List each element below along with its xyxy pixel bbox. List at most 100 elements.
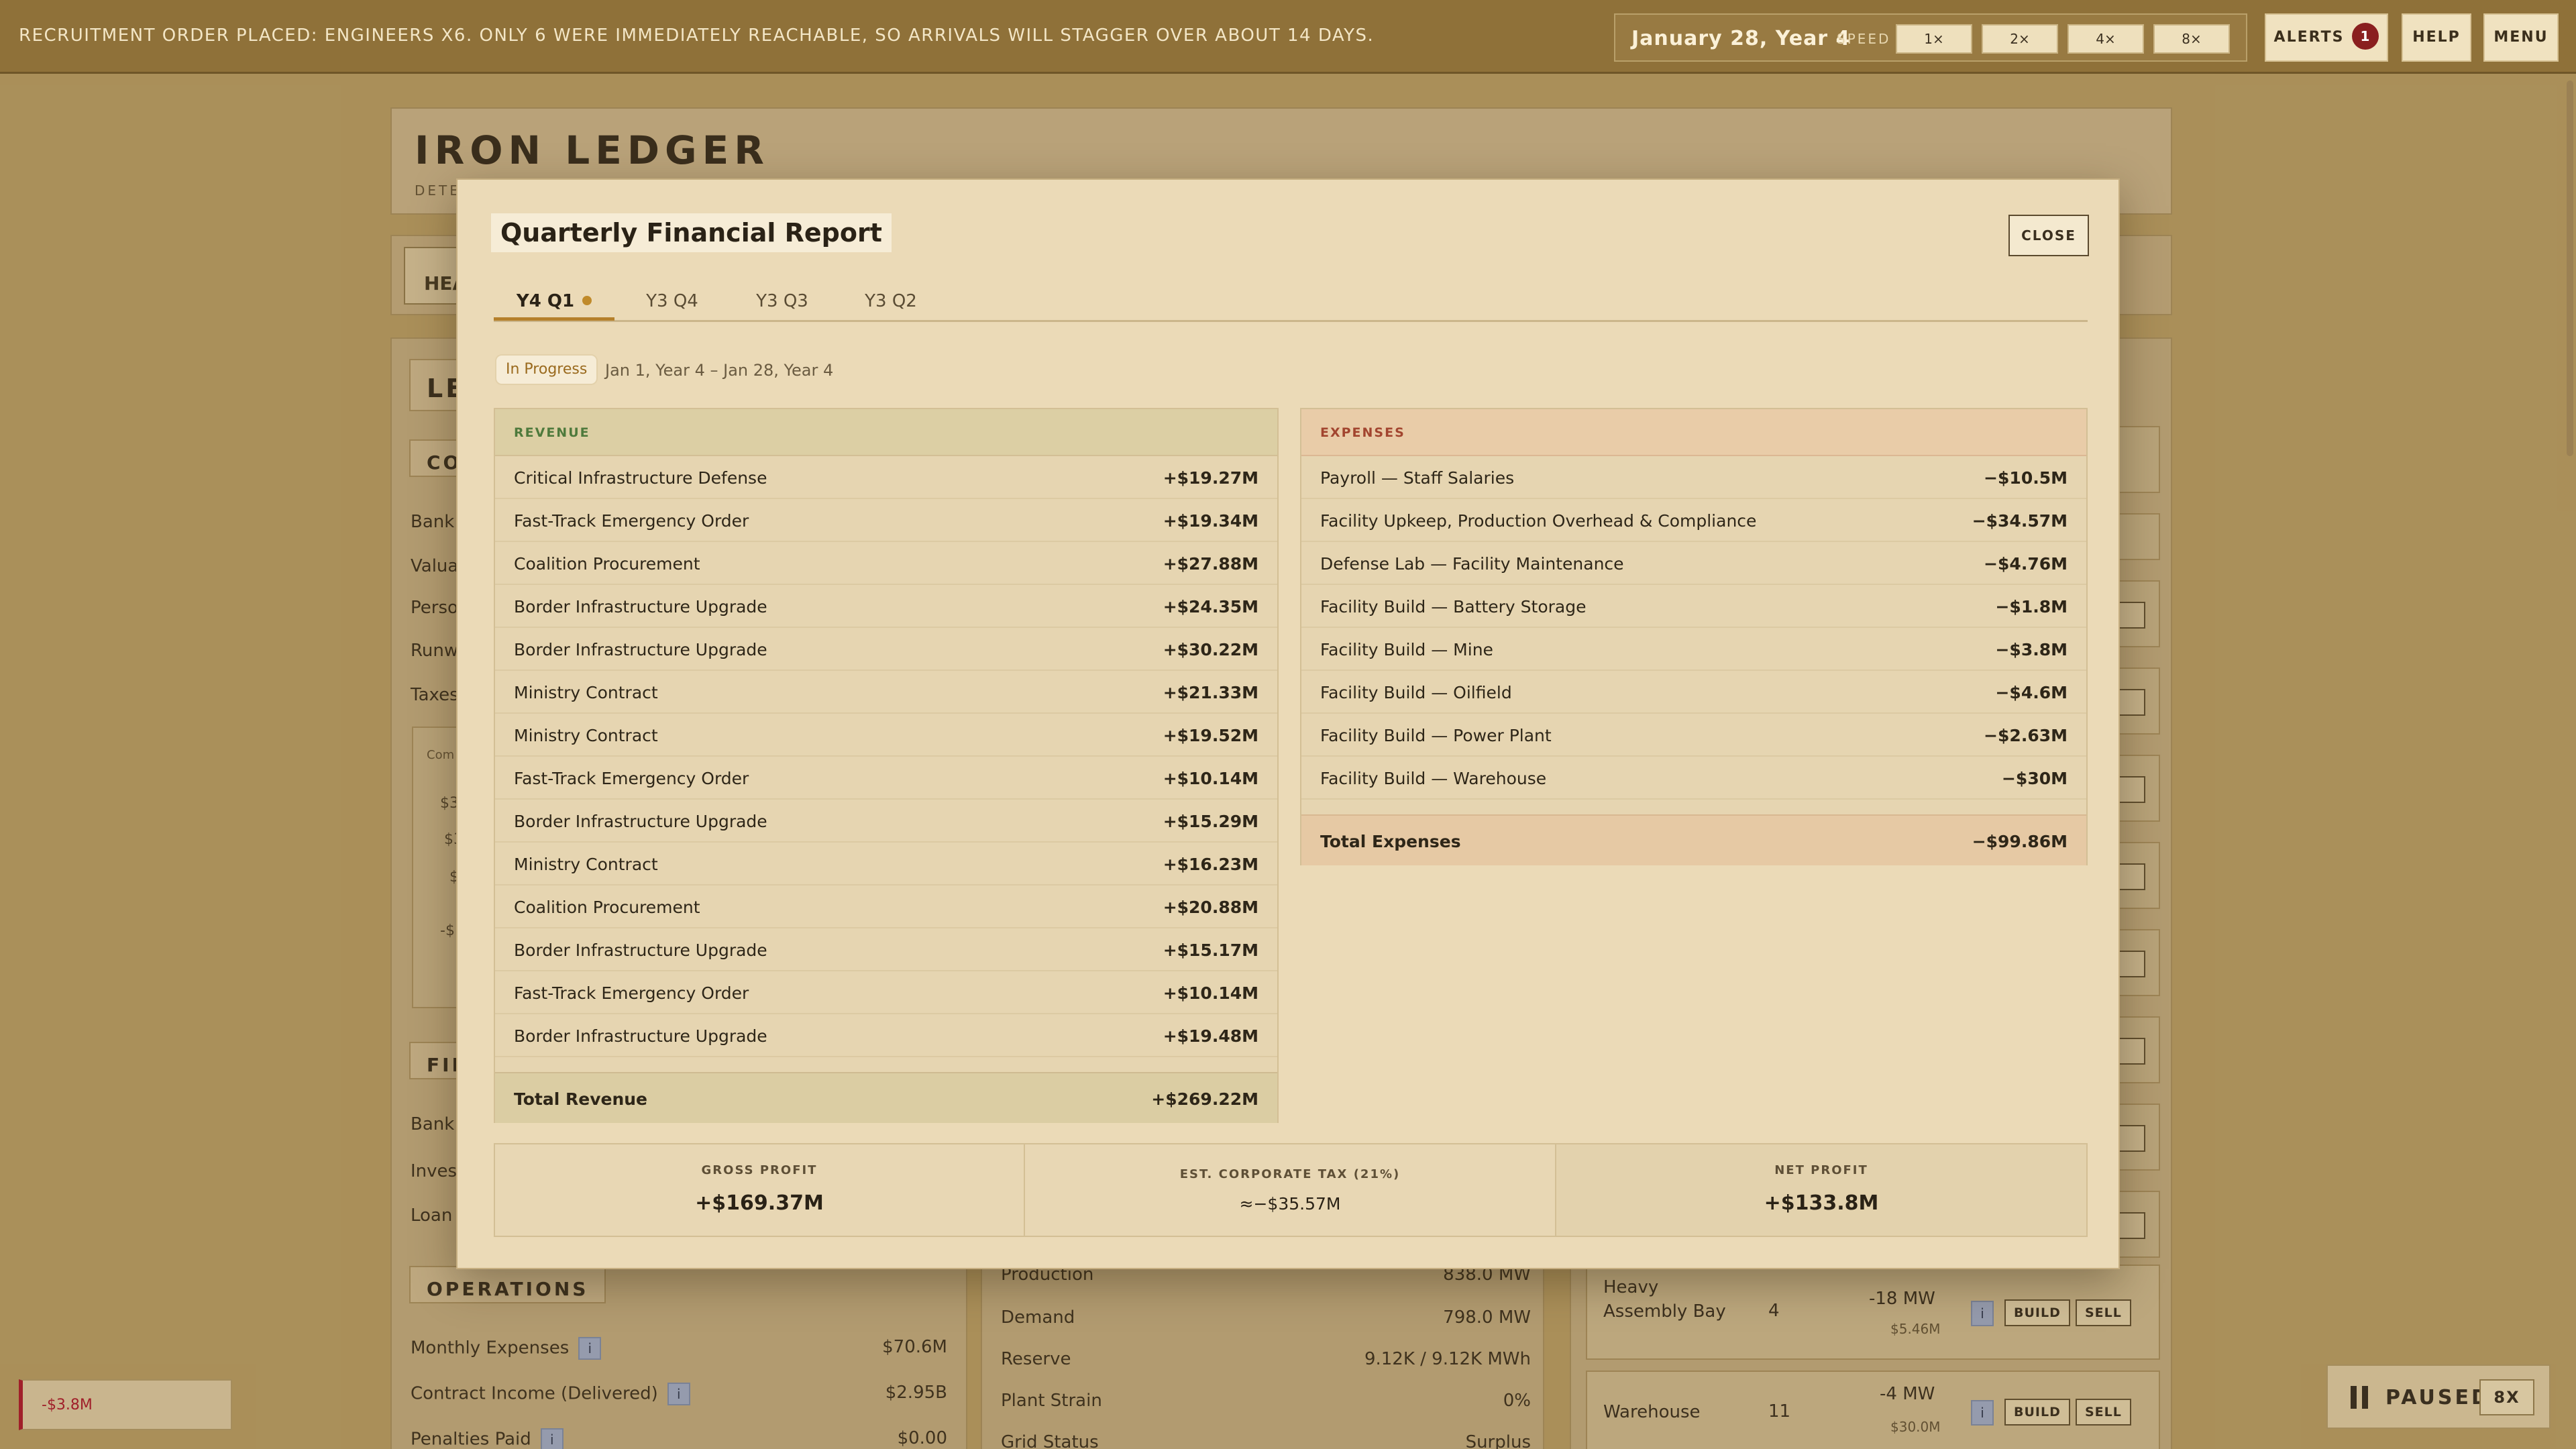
line-item-amount: +$16.23M: [1163, 855, 1258, 874]
line-item-row: Border Infrastructure Upgrade +$19.48M: [495, 1014, 1277, 1057]
date-speed-panel: January 28, Year 4 SPEED 1× 2× 4× 8×: [1614, 13, 2247, 62]
summary-value: +$133.8M: [1764, 1191, 1879, 1215]
tab-y3-q3[interactable]: Y3 Q3: [735, 280, 829, 321]
top-bar: RECRUITMENT ORDER PLACED: ENGINEERS X6. …: [0, 0, 2576, 74]
line-item-row: Facility Upkeep, Production Overhead & C…: [1301, 499, 2086, 542]
line-item-label: Coalition Procurement: [514, 898, 700, 917]
summary-value: +$169.37M: [695, 1191, 824, 1215]
line-item-amount: −$4.76M: [1984, 554, 2068, 574]
line-item-label: Border Infrastructure Upgrade: [514, 597, 767, 616]
alerts-label: ALERTS: [2273, 29, 2345, 46]
line-item-label: Fast-Track Emergency Order: [514, 983, 749, 1003]
line-item-row: Fast-Track Emergency Order +$10.14M: [495, 971, 1277, 1014]
line-item-label: Ministry Contract: [514, 683, 658, 702]
line-item-label: Ministry Contract: [514, 726, 658, 745]
speed-8x-button[interactable]: 8×: [2153, 24, 2230, 54]
line-item-amount: −$10.5M: [1984, 468, 2068, 488]
game-date: January 28, Year 4: [1631, 27, 1851, 50]
menu-button[interactable]: MENU: [2483, 13, 2559, 62]
paused-speed-badge[interactable]: 8X: [2479, 1379, 2534, 1415]
line-item-label: Facility Build — Oilfield: [1320, 683, 1512, 702]
line-item-row: Border Infrastructure Upgrade +$15.17M: [495, 928, 1277, 971]
line-item-row: Facility Build — Mine −$3.8M: [1301, 628, 2086, 671]
line-item-amount: +$19.34M: [1163, 511, 1258, 531]
line-item-amount: −$30M: [2001, 769, 2068, 788]
summary-label: GROSS PROFIT: [701, 1163, 818, 1177]
line-item-label: Ministry Contract: [514, 855, 658, 874]
line-item-amount: +$15.17M: [1163, 941, 1258, 960]
status-badge: In Progress: [495, 354, 598, 385]
line-item-row: Coalition Procurement +$20.88M: [495, 885, 1277, 928]
line-item-label: Fast-Track Emergency Order: [514, 511, 749, 531]
total-label: Total Revenue: [514, 1089, 648, 1109]
line-item-amount: +$21.33M: [1163, 683, 1258, 702]
summary-value: ≈−$35.57M: [1239, 1194, 1341, 1214]
summary-label: NET PROFIT: [1774, 1163, 1868, 1177]
close-button[interactable]: CLOSE: [2008, 215, 2089, 256]
expense-toast: -$3.8M: [19, 1379, 232, 1430]
notification-text: RECRUITMENT ORDER PLACED: ENGINEERS X6. …: [19, 25, 1375, 46]
revenue-header: REVENUE: [495, 409, 1277, 456]
line-item-row: Critical Infrastructure Defense +$19.27M: [495, 456, 1277, 499]
line-item-row: Facility Build — Oilfield −$4.6M: [1301, 671, 2086, 714]
line-item-amount: +$19.27M: [1163, 468, 1258, 488]
modal-title: Quarterly Financial Report: [491, 213, 892, 252]
line-item-amount: +$15.29M: [1163, 812, 1258, 831]
line-item-amount: +$19.52M: [1163, 726, 1258, 745]
line-item-row: Facility Build — Power Plant −$2.63M: [1301, 714, 2086, 757]
speed-1x-button[interactable]: 1×: [1896, 24, 1972, 54]
line-item-label: Coalition Procurement: [514, 554, 700, 574]
pause-indicator[interactable]: PAUSED 8X: [2326, 1364, 2551, 1429]
line-item-row: Border Infrastructure Upgrade +$24.35M: [495, 585, 1277, 628]
line-item-row: Facility Build — Battery Storage −$1.8M: [1301, 585, 2086, 628]
line-item-amount: +$19.48M: [1163, 1026, 1258, 1046]
page-scrollbar[interactable]: [2567, 80, 2573, 456]
current-quarter-dot-icon: [582, 295, 592, 305]
line-item-label: Facility Build — Battery Storage: [1320, 597, 1587, 616]
expenses-panel: EXPENSES Payroll — Staff Salaries −$10.5M…: [1300, 408, 2088, 865]
tab-y3-q2[interactable]: Y3 Q2: [844, 280, 938, 321]
total-amount: −$99.86M: [1972, 832, 2068, 851]
total-revenue-row: Total Revenue +$269.22M: [495, 1072, 1277, 1123]
line-item-label: Facility Build — Warehouse: [1320, 769, 1547, 788]
summary-label: EST. CORPORATE TAX (21%): [1179, 1167, 1401, 1181]
quarterly-report-modal: Quarterly Financial Report CLOSE Y4 Q1 Y…: [456, 178, 2120, 1269]
line-item-amount: +$27.88M: [1163, 554, 1258, 574]
line-item-label: Facility Upkeep, Production Overhead & C…: [1320, 511, 1757, 531]
date-range: Jan 1, Year 4 – Jan 28, Year 4: [605, 361, 834, 380]
line-item-amount: −$1.8M: [1995, 597, 2068, 616]
speed-label: SPEED: [1837, 31, 1891, 47]
line-item-label: Facility Build — Mine: [1320, 640, 1493, 659]
line-item-row: Ministry Contract +$19.52M: [495, 714, 1277, 757]
line-item-label: Border Infrastructure Upgrade: [514, 1026, 767, 1046]
speed-4x-button[interactable]: 4×: [2068, 24, 2144, 54]
line-item-amount: +$10.14M: [1163, 769, 1258, 788]
line-item-row: Border Infrastructure Upgrade +$30.22M: [495, 628, 1277, 671]
alerts-count-badge: 1: [2352, 23, 2379, 50]
line-item-amount: +$20.88M: [1163, 898, 1258, 917]
tab-y3-q4[interactable]: Y3 Q4: [625, 280, 719, 321]
total-expenses-row: Total Expenses −$99.86M: [1301, 814, 2086, 865]
line-item-row: Fast-Track Emergency Order +$10.14M: [495, 757, 1277, 800]
line-item-label: Fast-Track Emergency Order: [514, 769, 749, 788]
line-item-amount: +$24.35M: [1163, 597, 1258, 616]
tab-y4-q1[interactable]: Y4 Q1: [494, 280, 614, 321]
line-item-label: Border Infrastructure Upgrade: [514, 812, 767, 831]
line-item-amount: −$2.63M: [1984, 726, 2068, 745]
paused-label: PAUSED: [2385, 1386, 2491, 1409]
tab-label: Y4 Q1: [516, 291, 575, 311]
line-item-row: Facility Build — Warehouse −$30M: [1301, 757, 2086, 800]
line-item-label: Facility Build — Power Plant: [1320, 726, 1552, 745]
line-item-row: Payroll — Staff Salaries −$10.5M: [1301, 456, 2086, 499]
line-item-label: Critical Infrastructure Defense: [514, 468, 767, 488]
net-profit-cell: NET PROFIT +$133.8M: [1556, 1144, 2086, 1236]
line-item-row: Border Infrastructure Upgrade +$15.29M: [495, 800, 1277, 843]
speed-2x-button[interactable]: 2×: [1982, 24, 2058, 54]
revenue-panel: REVENUE Critical Infrastructure Defense +…: [494, 408, 1279, 1123]
line-item-row: Ministry Contract +$16.23M: [495, 843, 1277, 885]
help-button[interactable]: HELP: [2402, 13, 2471, 62]
line-item-row: Ministry Contract +$21.33M: [495, 671, 1277, 714]
line-item-amount: +$30.22M: [1163, 640, 1258, 659]
alerts-button[interactable]: ALERTS 1: [2265, 13, 2388, 62]
line-item-row: Fast-Track Emergency Order +$19.34M: [495, 499, 1277, 542]
